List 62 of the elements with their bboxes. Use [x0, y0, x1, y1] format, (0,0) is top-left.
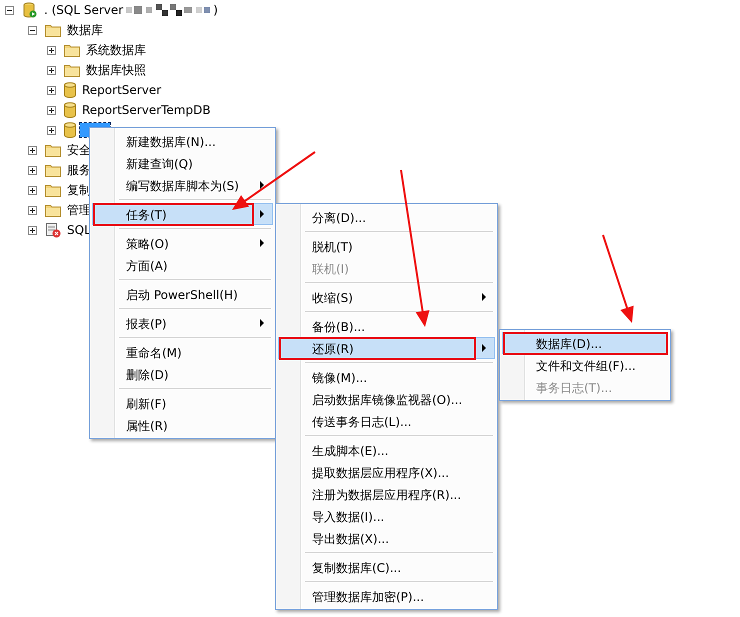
menu-item[interactable]: 生成脚本(E)... — [278, 439, 495, 461]
folder-icon — [64, 63, 80, 77]
tree-item[interactable]: 系统数据库 — [84, 40, 148, 60]
database-icon — [64, 82, 76, 98]
menu-item[interactable]: 导入数据(I)... — [278, 505, 495, 527]
expand-icon[interactable] — [28, 206, 37, 214]
tree-item[interactable]: 数据库 — [65, 20, 105, 40]
menu-item[interactable]: 脱机(T) — [278, 235, 495, 257]
menu-item[interactable]: 刷新(F) — [92, 392, 273, 414]
database-icon — [64, 102, 76, 118]
collapse-icon[interactable] — [28, 26, 37, 34]
menu-item[interactable]: 方面(A) — [92, 254, 273, 276]
menu-item[interactable]: 启动 PowerShell(H) — [92, 283, 273, 305]
expand-icon[interactable] — [28, 166, 37, 174]
menu-item[interactable]: 传送事务日志(L)... — [278, 410, 495, 432]
folder-icon — [45, 183, 61, 197]
menu-item[interactable]: 注册为数据层应用程序(R)... — [278, 483, 495, 505]
menu-item[interactable]: 编写数据库脚本为(S) — [92, 174, 273, 196]
tree-item[interactable]: 服务 — [65, 160, 93, 180]
expand-icon[interactable] — [47, 86, 56, 94]
menu-item[interactable]: 新建查询(Q) — [92, 152, 273, 174]
menu-item[interactable]: 启动数据库镜像监视器(O)... — [278, 388, 495, 410]
menu-item[interactable]: 镜像(M)... — [278, 366, 495, 388]
menu-item[interactable]: 新建数据库(N)... — [92, 130, 273, 152]
collapse-icon[interactable] — [5, 6, 14, 14]
menu-item[interactable]: 报表(P) — [92, 312, 273, 334]
menu-item[interactable]: 任务(T) — [92, 203, 273, 225]
expand-icon[interactable] — [47, 46, 56, 54]
menu-item[interactable]: 提取数据层应用程序(X)... — [278, 461, 495, 483]
expand-icon[interactable] — [28, 226, 37, 234]
tree-item[interactable]: SQL — [65, 222, 93, 238]
menu-item[interactable]: 属性(R) — [92, 414, 273, 436]
folder-icon — [45, 203, 61, 217]
server-name-end: ) — [212, 2, 219, 18]
tree-item[interactable]: 安全 — [65, 140, 93, 160]
menu-item[interactable]: 收缩(S) — [278, 286, 495, 308]
menu-item[interactable]: 分离(D)... — [278, 206, 495, 228]
folder-icon — [64, 43, 80, 57]
menu-item[interactable]: 文件和文件组(F)... — [502, 354, 668, 376]
menu-item[interactable]: 管理数据库加密(P)... — [278, 585, 495, 607]
menu-item[interactable]: 数据库(D)... — [502, 332, 668, 354]
menu-item[interactable]: 还原(R) — [278, 337, 495, 359]
menu-item[interactable]: 删除(D) — [92, 363, 273, 385]
expand-icon[interactable] — [47, 66, 56, 74]
expand-icon[interactable] — [28, 146, 37, 154]
expand-icon[interactable] — [47, 126, 56, 134]
database-icon — [64, 122, 76, 138]
tree-item[interactable]: ReportServerTempDB — [80, 102, 213, 118]
folder-icon — [45, 163, 61, 177]
menu-item[interactable]: 复制数据库(C)... — [278, 556, 495, 578]
tree-item[interactable]: ReportServer — [80, 82, 164, 98]
menu-item[interactable]: 策略(O) — [92, 232, 273, 254]
folder-icon — [45, 143, 61, 157]
menu-item[interactable]: 导出数据(X)... — [278, 527, 495, 549]
agent-stopped-icon — [45, 222, 61, 238]
menu-item[interactable]: 重命名(M) — [92, 341, 273, 363]
expand-icon[interactable] — [28, 186, 37, 194]
menu-item[interactable]: 备份(B)... — [278, 315, 495, 337]
tree-item[interactable]: 数据库快照 — [84, 60, 148, 80]
server-name[interactable]: . (SQL Server — [42, 2, 126, 18]
expand-icon[interactable] — [47, 106, 56, 114]
folder-icon — [45, 23, 61, 37]
